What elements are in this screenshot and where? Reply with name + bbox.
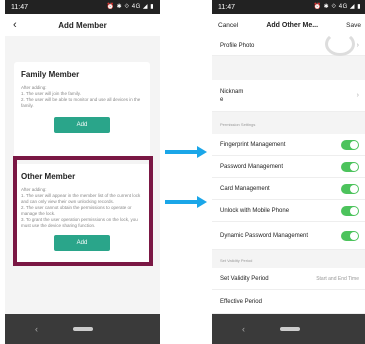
arrow-head	[197, 196, 207, 208]
chevron-right-icon: ›	[356, 92, 359, 99]
profile-photo-row[interactable]: Profile Photo ›	[212, 32, 365, 56]
permission-label: Fingerprint Management	[220, 141, 286, 148]
avatar	[325, 32, 355, 56]
permission-label: Card Management	[220, 185, 270, 192]
fingerprint-toggle[interactable]	[341, 139, 359, 150]
add-family-member-button[interactable]: Add	[54, 117, 110, 133]
status-bar: 11:47 ⏰ ✱ ⟐ 4G ◢ ▮	[212, 0, 365, 14]
permission-row: Password Management	[212, 156, 365, 178]
nav-back-icon[interactable]: ‹	[242, 324, 245, 334]
status-time: 11:47	[218, 3, 235, 11]
page-title: Add Other Me...	[266, 21, 319, 29]
permission-label: Unlock with Mobile Phone	[220, 207, 290, 214]
page-title: Add Member	[58, 20, 107, 30]
arrow-head	[197, 146, 207, 158]
validity-section-header: Set Validity Period	[220, 258, 253, 263]
highlight-box	[13, 156, 153, 266]
left-header: ‹ Add Member	[5, 14, 160, 36]
nav-bar: ‹	[5, 314, 160, 344]
password-toggle[interactable]	[341, 161, 359, 172]
save-button[interactable]: Save	[346, 22, 361, 29]
arrow-shaft	[165, 150, 199, 154]
permission-settings-header: Permission Settings	[220, 122, 256, 127]
nickname-label: Nicknam e	[220, 88, 244, 103]
permission-label: Password Management	[220, 163, 284, 170]
validity-value: Start and End Time	[316, 275, 359, 282]
right-screen: Cancel Add Other Me... Save Profile Phot…	[212, 14, 365, 314]
back-icon[interactable]: ‹	[13, 19, 17, 31]
validity-label: Set Validity Period	[220, 275, 269, 282]
validity-row[interactable]: Set Validity Period Start and End Time	[212, 268, 365, 290]
arrow-shaft	[165, 200, 199, 204]
permission-row: Card Management	[212, 178, 365, 200]
status-bar: 11:47 ⏰ ✱ ⟐ 4G ◢ ▮	[5, 0, 160, 14]
nav-bar: ‹	[212, 314, 365, 344]
card-toggle[interactable]	[341, 183, 359, 194]
permission-row: Unlock with Mobile Phone	[212, 200, 365, 222]
family-member-title: Family Member	[21, 70, 80, 79]
arrow-right-icon	[165, 196, 209, 208]
profile-photo-label: Profile Photo	[220, 42, 255, 49]
mobile-unlock-toggle[interactable]	[341, 205, 359, 216]
status-icons: ⏰ ✱ ⟐ 4G ◢ ▮	[313, 4, 361, 10]
family-line: 2. The user will be able to monitor and …	[21, 97, 141, 108]
permission-row: Dynamic Password Management	[212, 222, 365, 250]
effective-period-row[interactable]: Effective Period	[212, 290, 365, 314]
nav-home-pill[interactable]	[279, 327, 300, 331]
nav-home-pill[interactable]	[72, 327, 93, 331]
status-time: 11:47	[11, 3, 28, 11]
status-icons: ⏰ ✱ ⟐ 4G ◢ ▮	[106, 4, 154, 10]
permission-label: Dynamic Password Management	[220, 232, 309, 239]
nickname-row[interactable]: Nicknam e ›	[212, 80, 365, 112]
family-member-card: Family Member After adding: 1. The user …	[14, 62, 150, 158]
chevron-right-icon: ›	[356, 42, 359, 49]
nav-back-icon[interactable]: ‹	[35, 324, 38, 334]
effective-period-label: Effective Period	[220, 298, 262, 305]
cancel-button[interactable]: Cancel	[218, 22, 238, 29]
right-phone: 11:47 ⏰ ✱ ⟐ 4G ◢ ▮ Cancel Add Other Me..…	[212, 0, 365, 344]
dynamic-password-toggle[interactable]	[341, 230, 359, 241]
canvas: 11:47 ⏰ ✱ ⟐ 4G ◢ ▮ ‹ Add Member Family M…	[0, 0, 365, 344]
permission-row: Fingerprint Management	[212, 134, 365, 156]
arrow-right-icon	[165, 146, 209, 158]
